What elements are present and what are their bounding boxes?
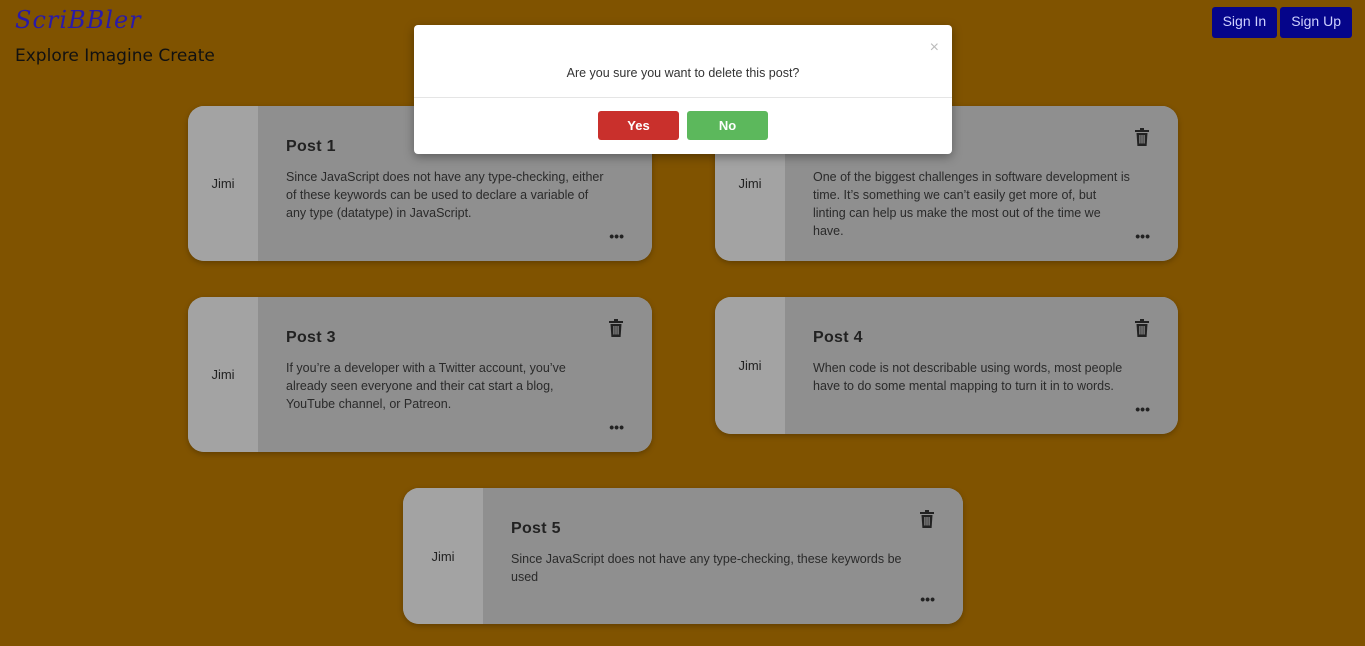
more-options-icon[interactable]: ••• [1135, 229, 1150, 243]
modal-message: Are you sure you want to delete this pos… [566, 66, 800, 80]
post-title: Post 3 [286, 329, 336, 346]
close-icon[interactable]: × [930, 39, 939, 57]
more-options-icon[interactable]: ••• [920, 592, 935, 606]
post-text: One of the biggest challenges in softwar… [813, 170, 1130, 238]
post-title: Post 5 [511, 520, 561, 537]
post-text: When code is not describable using words… [813, 361, 1123, 393]
more-options-icon[interactable]: ••• [609, 420, 624, 434]
post-author: Jimi [188, 106, 258, 261]
logo: ScriBBler [15, 6, 142, 34]
delete-confirm-modal: × Are you sure you want to delete this p… [414, 25, 952, 154]
post-title: Post 4 [813, 329, 863, 346]
post-author: Jimi [403, 488, 483, 624]
sign-up-button[interactable]: Sign Up [1280, 7, 1352, 38]
no-button[interactable]: No [687, 111, 768, 140]
modal-divider [414, 97, 952, 98]
trash-icon[interactable] [1134, 319, 1150, 337]
sign-in-button[interactable]: Sign In [1211, 7, 1278, 38]
trash-icon[interactable] [1134, 128, 1150, 146]
post-text: If you’re a developer with a Twitter acc… [286, 361, 566, 411]
more-options-icon[interactable]: ••• [1135, 402, 1150, 416]
post-card: Jimi Post 3 If you’re a developer with a… [188, 297, 652, 452]
more-options-icon[interactable]: ••• [609, 229, 624, 243]
auth-buttons: Sign In Sign Up [1211, 7, 1352, 38]
trash-icon[interactable] [919, 510, 935, 528]
post-text: Since JavaScript does not have any type-… [286, 170, 604, 220]
tagline: Explore Imagine Create [15, 46, 215, 66]
modal-actions: Yes No [414, 111, 952, 140]
post-body: Post 4 When code is not describable usin… [785, 297, 1178, 434]
post-body: Post 3 If you’re a developer with a Twit… [258, 297, 652, 452]
post-author: Jimi [188, 297, 258, 452]
post-card: Jimi Post 4 When code is not describable… [715, 297, 1178, 434]
yes-button[interactable]: Yes [598, 111, 679, 140]
post-text: Since JavaScript does not have any type-… [511, 552, 902, 584]
post-card: Jimi Post 5 Since JavaScript does not ha… [403, 488, 963, 624]
trash-icon[interactable] [608, 319, 624, 337]
post-body: Post 5 Since JavaScript does not have an… [483, 488, 963, 624]
post-author: Jimi [715, 297, 785, 434]
